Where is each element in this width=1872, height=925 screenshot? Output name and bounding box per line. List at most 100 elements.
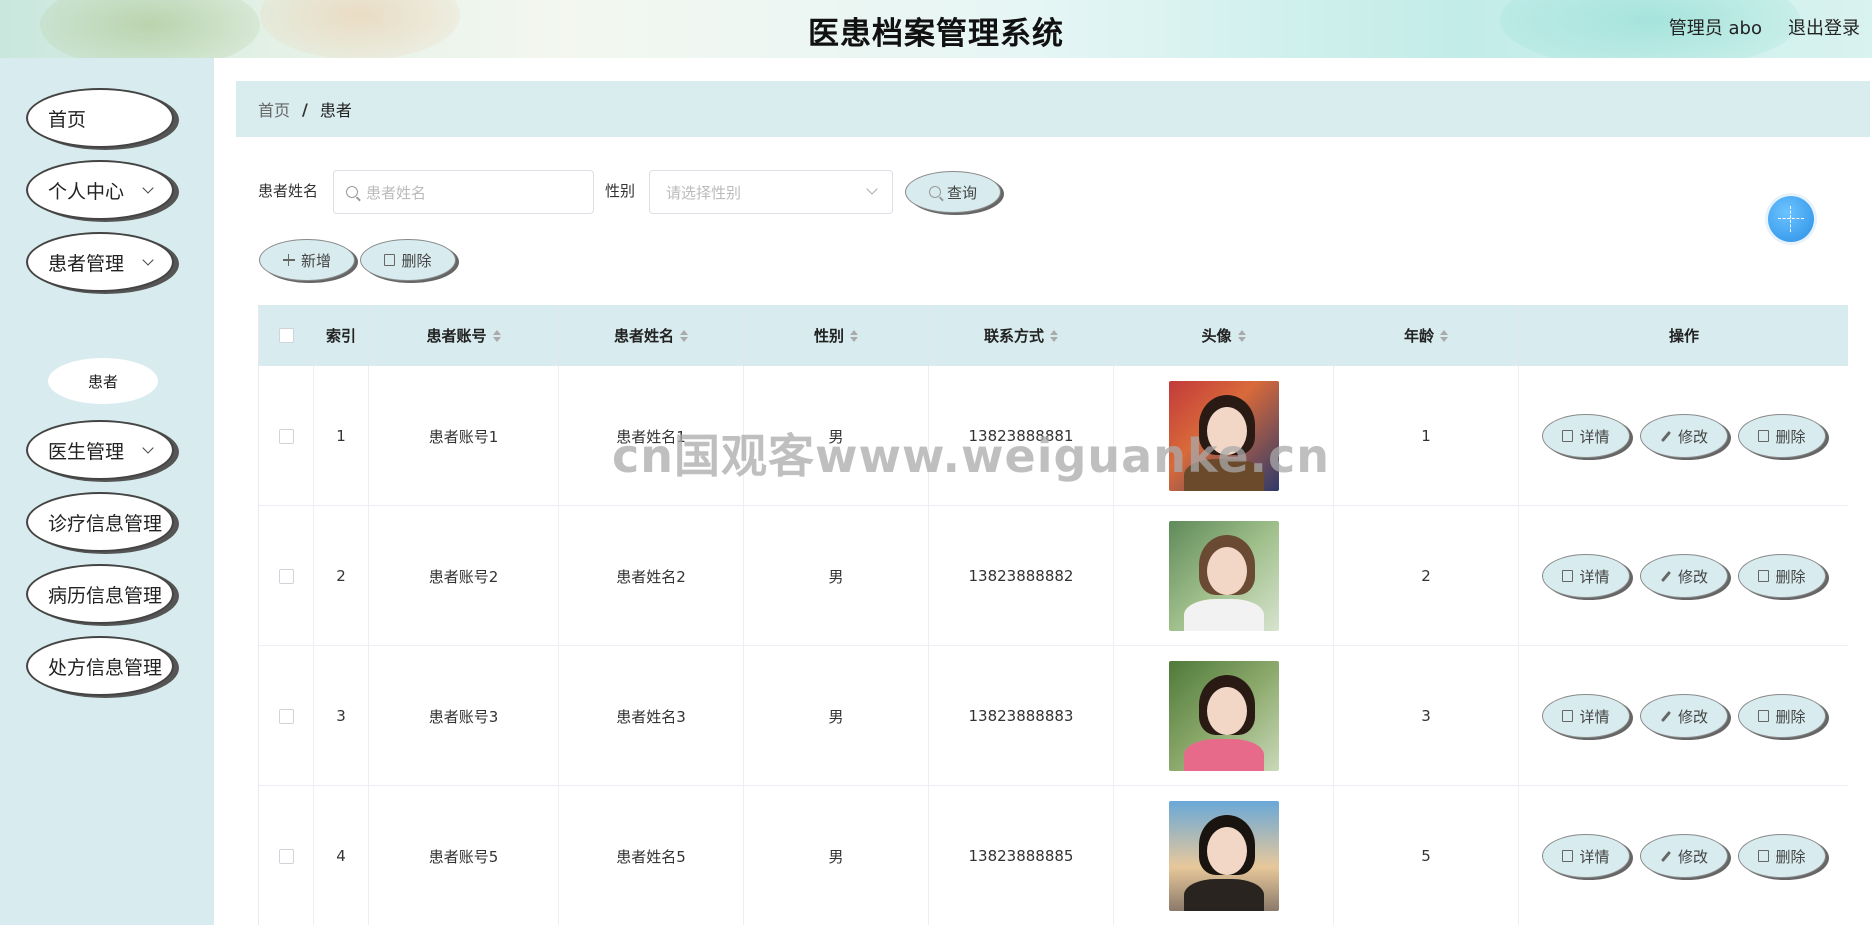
table-row: 1 患者账号1 患者姓名1 男 13823888881 1 详情 修改 删除	[259, 366, 1848, 506]
row-gender: 男	[744, 366, 929, 506]
row-phone: 13823888883	[929, 646, 1114, 786]
column-name[interactable]: 患者姓名	[559, 305, 744, 366]
trash-icon	[384, 254, 396, 266]
row-name: 患者姓名2	[559, 506, 744, 646]
document-icon	[1562, 430, 1574, 442]
row-index: 3	[314, 646, 369, 786]
row-age: 5	[1334, 786, 1519, 925]
search-icon	[928, 186, 941, 198]
avatar-image	[1168, 381, 1279, 491]
row-index: 1	[314, 366, 369, 506]
query-button[interactable]: 查询	[905, 171, 1001, 213]
sidebar-item-records[interactable]: 病历信息管理	[26, 564, 174, 624]
detail-button[interactable]: 详情	[1542, 414, 1630, 458]
sort-icon	[1237, 329, 1246, 342]
gender-label: 性别	[605, 182, 636, 200]
sidebar-item-prescriptions[interactable]: 处方信息管理	[26, 636, 174, 696]
row-gender: 男	[744, 506, 929, 646]
column-avatar[interactable]: 头像	[1114, 305, 1334, 366]
row-account: 患者账号5	[369, 786, 559, 925]
row-phone: 13823888882	[929, 506, 1114, 646]
sidebar-item-diagnosis[interactable]: 诊疗信息管理	[26, 492, 174, 552]
edit-button[interactable]: 修改	[1640, 414, 1728, 458]
row-checkbox[interactable]	[278, 708, 294, 724]
table-row: 4 患者账号5 患者姓名5 男 13823888885 5 详情 修改 删除	[259, 786, 1848, 925]
chevron-down-icon	[866, 183, 878, 195]
user-area: 管理员 abo 退出登录	[1669, 14, 1860, 40]
edit-button[interactable]: 修改	[1640, 554, 1728, 598]
sidebar-item-doctors[interactable]: 医生管理	[26, 420, 174, 480]
sidebar-item-profile[interactable]: 个人中心	[26, 160, 174, 220]
row-checkbox[interactable]	[278, 568, 294, 584]
header-select-all	[259, 305, 314, 366]
bulk-delete-button[interactable]: 删除	[360, 239, 456, 281]
table-row: 3 患者账号3 患者姓名3 男 13823888883 3 详情 修改 删除	[259, 646, 1848, 786]
edit-icon	[1660, 570, 1671, 582]
edit-icon	[1660, 850, 1671, 862]
row-account: 患者账号1	[369, 366, 559, 506]
breadcrumb-home[interactable]: 首页	[258, 97, 290, 121]
row-index: 4	[314, 786, 369, 925]
row-checkbox[interactable]	[278, 428, 294, 444]
avatar-image	[1168, 661, 1279, 771]
logout-link[interactable]: 退出登录	[1788, 14, 1860, 40]
select-all-checkbox[interactable]	[278, 328, 294, 343]
breadcrumb-current: 患者	[319, 101, 352, 120]
add-button[interactable]: 新增	[259, 239, 355, 281]
row-age: 3	[1334, 646, 1519, 786]
breadcrumb: 首页 / 患者	[236, 81, 1870, 137]
patient-name-input[interactable]: 患者姓名	[333, 170, 594, 214]
edit-button[interactable]: 修改	[1640, 834, 1728, 878]
column-gender[interactable]: 性别	[744, 305, 929, 366]
app-title: 医患档案管理系统	[808, 16, 1064, 52]
detail-button[interactable]: 详情	[1542, 554, 1630, 598]
edit-button[interactable]: 修改	[1640, 694, 1728, 738]
breadcrumb-separator: /	[302, 99, 308, 119]
row-name: 患者姓名3	[559, 646, 744, 786]
sidebar-item-patients[interactable]: 患者管理	[26, 232, 174, 292]
sort-icon	[1440, 329, 1448, 342]
chevron-down-icon	[142, 254, 154, 266]
patient-name-placeholder: 患者姓名	[366, 183, 427, 202]
row-phone: 13823888885	[929, 786, 1114, 925]
edit-icon	[1660, 430, 1671, 442]
row-name: 患者姓名1	[559, 366, 744, 506]
chevron-down-icon	[142, 442, 154, 454]
avatar-image	[1168, 521, 1279, 631]
float-action-button[interactable]	[1768, 196, 1814, 242]
delete-button[interactable]: 删除	[1738, 694, 1826, 738]
patients-table: 索引 患者账号 患者姓名 性别 联系方式 头像 年龄 操作 1 患者账号1 患者…	[258, 305, 1848, 925]
row-account: 患者账号3	[369, 646, 559, 786]
patient-name-label: 患者姓名	[258, 182, 319, 200]
sidebar-subitem-patient[interactable]: 患者	[48, 358, 158, 404]
sidebar-item-home[interactable]: 首页	[26, 88, 174, 148]
document-icon	[1562, 570, 1574, 582]
sort-icon	[680, 329, 688, 342]
row-gender: 男	[744, 646, 929, 786]
column-account[interactable]: 患者账号	[369, 305, 559, 366]
table-row: 2 患者账号2 患者姓名2 男 13823888882 2 详情 修改 删除	[259, 506, 1848, 646]
plus-icon	[282, 254, 295, 266]
sidebar: 首页 个人中心 患者管理 患者 医生管理 诊疗信息管理 病历信息管理 处方信息管…	[0, 58, 214, 925]
sort-icon	[850, 329, 858, 342]
delete-button[interactable]: 删除	[1738, 414, 1826, 458]
row-phone: 13823888881	[929, 366, 1114, 506]
row-checkbox[interactable]	[278, 848, 294, 864]
sort-icon	[1050, 329, 1058, 342]
row-age: 2	[1334, 506, 1519, 646]
delete-button[interactable]: 删除	[1738, 834, 1826, 878]
document-icon	[1562, 710, 1574, 722]
delete-button[interactable]: 删除	[1738, 554, 1826, 598]
table-header: 索引 患者账号 患者姓名 性别 联系方式 头像 年龄 操作	[259, 305, 1848, 366]
current-user[interactable]: 管理员 abo	[1669, 14, 1762, 40]
app-header: 医患档案管理系统 管理员 abo 退出登录	[0, 0, 1872, 58]
column-index: 索引	[314, 305, 369, 366]
column-age[interactable]: 年龄	[1334, 305, 1519, 366]
row-gender: 男	[744, 786, 929, 925]
row-index: 2	[314, 506, 369, 646]
detail-button[interactable]: 详情	[1542, 694, 1630, 738]
gender-select[interactable]: 请选择性别	[649, 170, 893, 214]
document-icon	[1562, 850, 1574, 862]
detail-button[interactable]: 详情	[1542, 834, 1630, 878]
column-phone[interactable]: 联系方式	[929, 305, 1114, 366]
